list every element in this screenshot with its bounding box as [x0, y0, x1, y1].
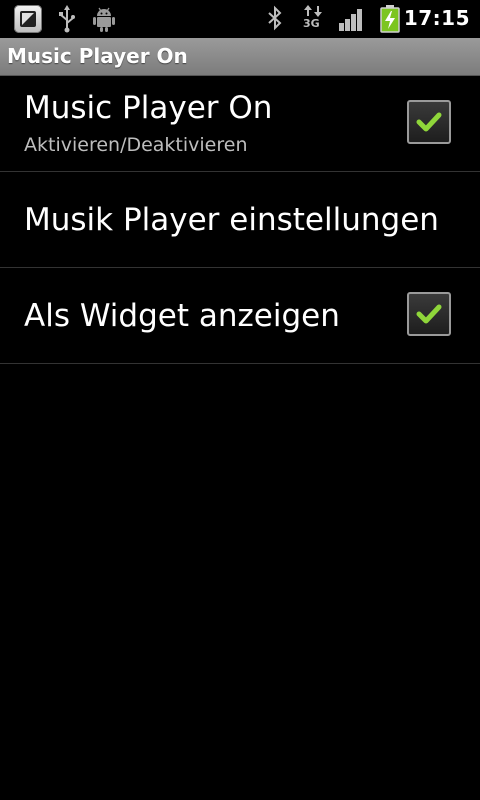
status-clock: 17:15 — [403, 6, 470, 30]
als-widget-anzeigen-checkbox[interactable] — [407, 292, 451, 336]
android-debug-icon — [93, 7, 115, 32]
pref-title: Musik Player einstellungen — [24, 202, 439, 238]
pref-title: Music Player On — [24, 90, 273, 126]
pref-als-widget-anzeigen[interactable]: Als Widget anzeigen — [0, 268, 480, 364]
pref-title: Als Widget anzeigen — [24, 298, 340, 334]
network-type-label: 3G — [303, 17, 320, 30]
pref-musik-player-einstellungen[interactable]: Musik Player einstellungen — [0, 172, 480, 268]
app-notification-icon[interactable] — [14, 5, 42, 33]
status-bar: 3G 17:15 — [0, 0, 480, 38]
signal-strength-icon — [339, 9, 362, 31]
music-player-on-checkbox[interactable] — [407, 100, 451, 144]
pref-music-player-on[interactable]: Music Player On Aktivieren/Deaktivieren — [0, 76, 480, 172]
bluetooth-icon — [268, 5, 282, 31]
pref-summary: Aktivieren/Deaktivieren — [24, 134, 248, 156]
3g-data-icon: 3G — [302, 5, 324, 33]
preference-list: Music Player On Aktivieren/Deaktivieren … — [0, 76, 480, 364]
page-title: Music Player On — [7, 44, 188, 68]
checkmark-icon — [416, 112, 442, 132]
checkmark-icon — [416, 304, 442, 324]
usb-icon — [59, 5, 75, 33]
title-bar: Music Player On — [0, 38, 480, 76]
battery-charging-icon — [380, 5, 400, 33]
